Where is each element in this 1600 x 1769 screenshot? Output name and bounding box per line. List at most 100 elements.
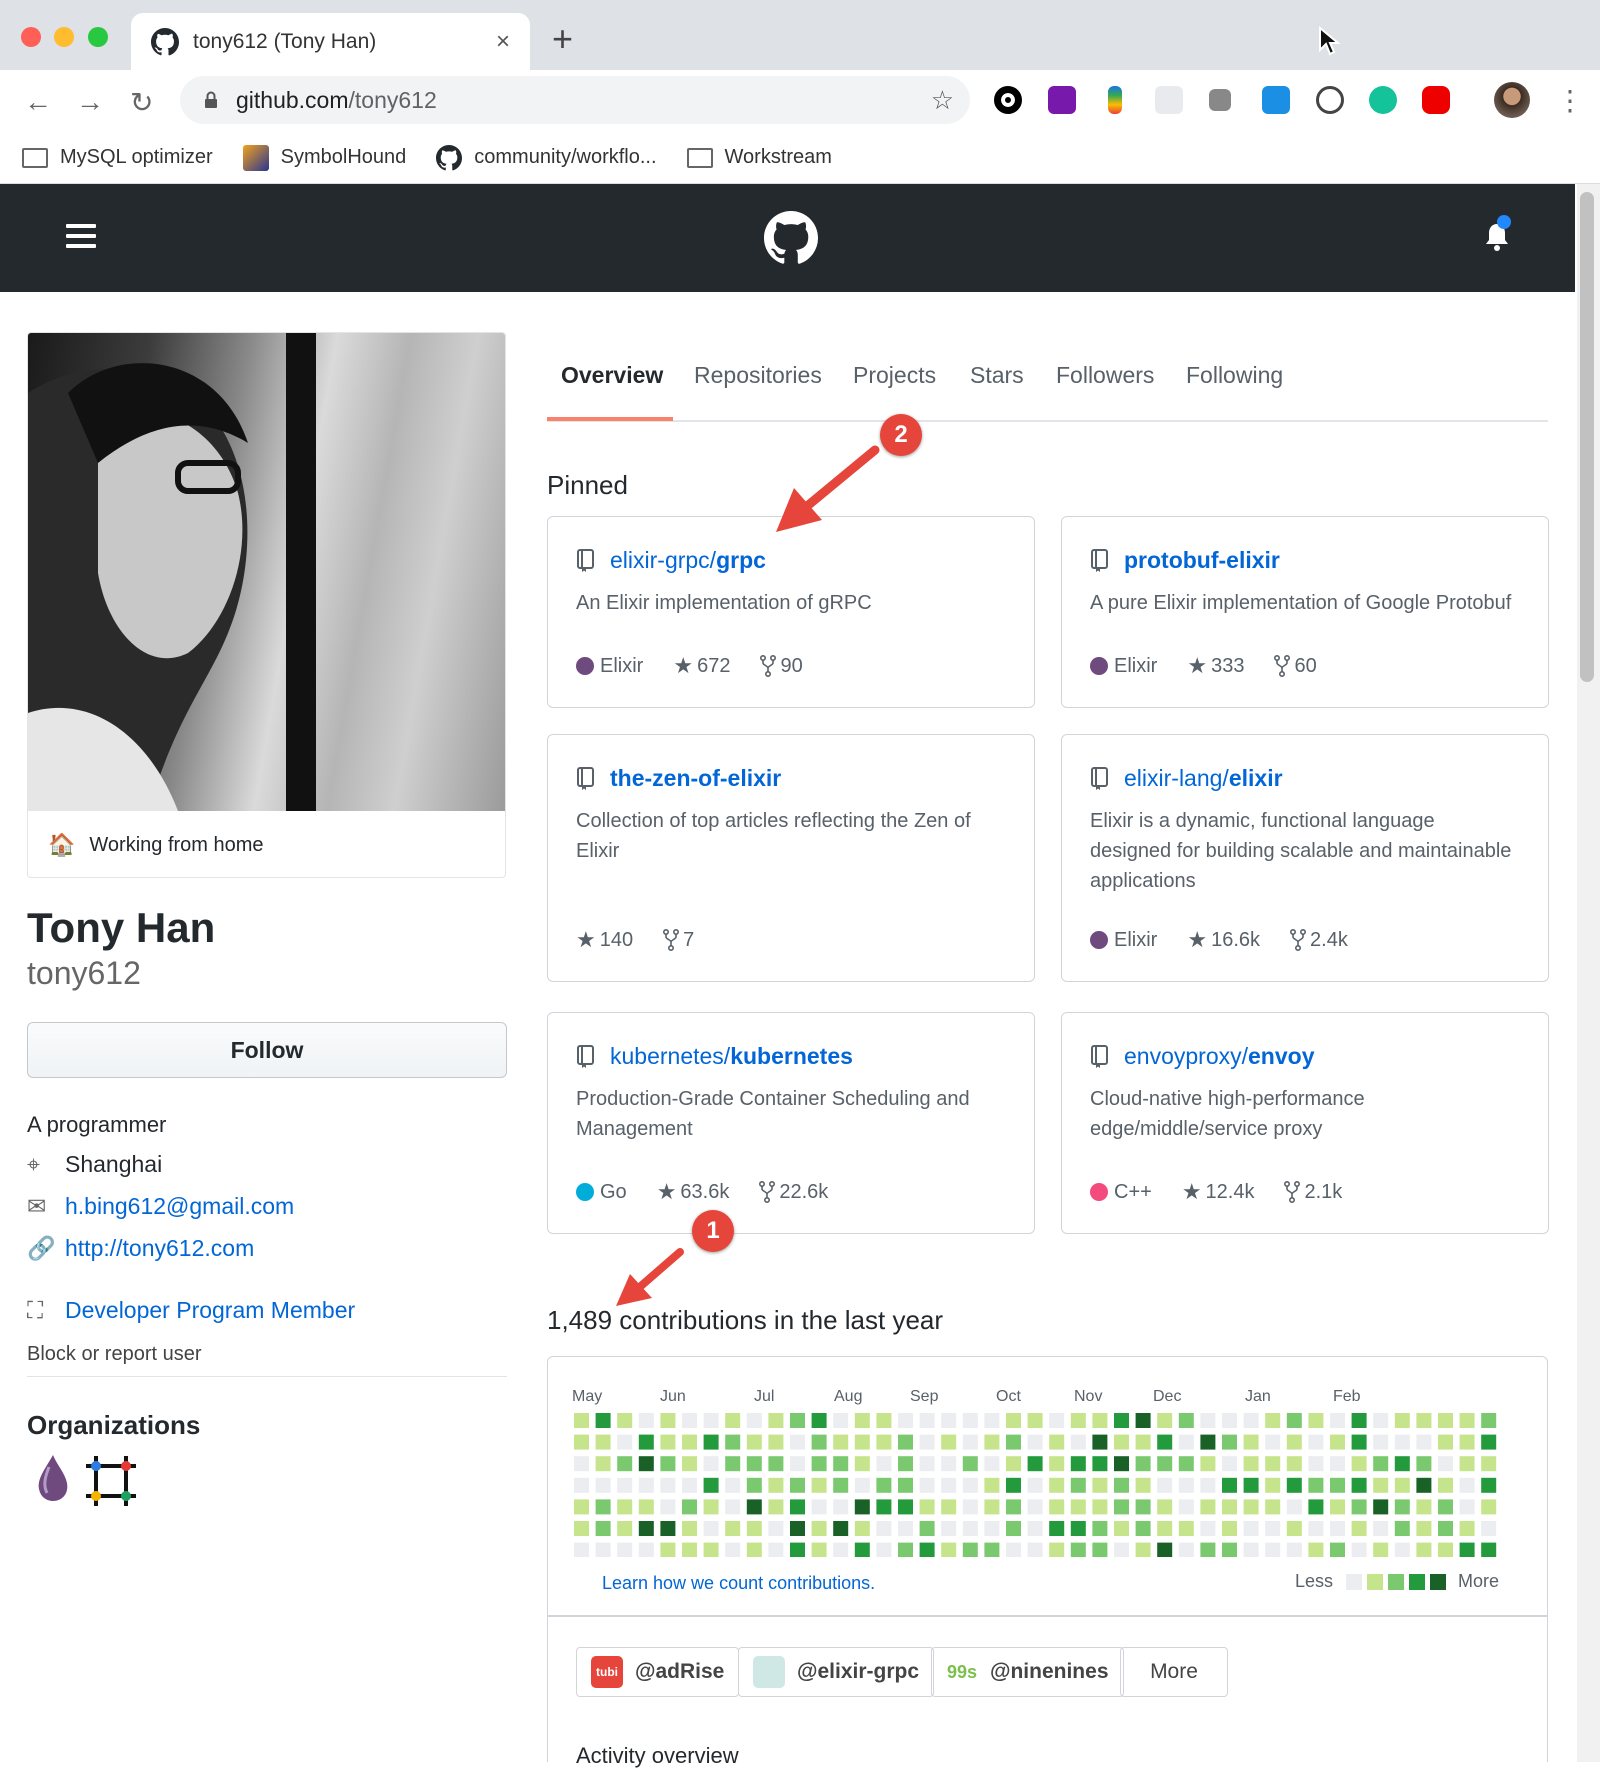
contribution-day[interactable] <box>1416 1434 1432 1450</box>
contribution-day[interactable] <box>1481 1521 1497 1536</box>
contribution-day[interactable] <box>1200 1499 1216 1515</box>
contribution-day[interactable] <box>1092 1413 1108 1428</box>
contribution-day[interactable] <box>962 1413 978 1428</box>
close-window-button[interactable] <box>21 27 41 47</box>
contribution-day[interactable] <box>768 1477 784 1493</box>
contribution-day[interactable] <box>790 1542 805 1557</box>
hamburger-menu-icon[interactable] <box>66 224 96 254</box>
forward-arrow-icon[interactable]: → <box>76 86 104 118</box>
contribution-day[interactable] <box>962 1456 978 1472</box>
contribution-day[interactable] <box>1200 1477 1216 1493</box>
contribution-day[interactable] <box>1416 1477 1432 1493</box>
contribution-day[interactable] <box>1373 1456 1389 1472</box>
contribution-day[interactable] <box>1308 1456 1324 1472</box>
contribution-day[interactable] <box>746 1434 762 1450</box>
tab-followers[interactable]: Followers <box>1056 362 1154 389</box>
new-tab-button[interactable]: + <box>552 18 573 60</box>
contribution-day[interactable] <box>768 1542 784 1557</box>
contribution-day[interactable] <box>746 1499 762 1515</box>
contribution-day[interactable] <box>1200 1521 1216 1536</box>
onepassword-extension-icon[interactable] <box>1316 86 1344 114</box>
contribution-day[interactable] <box>1178 1434 1194 1450</box>
website-link[interactable]: http://tony612.com <box>65 1235 254 1262</box>
contribution-day[interactable] <box>595 1499 611 1515</box>
contribution-day[interactable] <box>746 1542 762 1557</box>
contribution-day[interactable] <box>595 1456 611 1472</box>
contribution-day[interactable] <box>876 1434 892 1450</box>
contribution-day[interactable] <box>1373 1413 1389 1428</box>
contribution-day[interactable] <box>1070 1477 1086 1493</box>
elixir-grpc-org-icon[interactable] <box>82 1452 140 1510</box>
contribution-day[interactable] <box>574 1521 589 1536</box>
contribution-day[interactable] <box>1459 1413 1475 1428</box>
contribution-day[interactable] <box>1438 1521 1453 1536</box>
contribution-day[interactable] <box>595 1521 611 1536</box>
contribution-day[interactable] <box>1459 1542 1475 1557</box>
contribution-day[interactable] <box>941 1499 957 1515</box>
onenote-extension-icon[interactable] <box>1048 86 1076 114</box>
contribution-day[interactable] <box>1027 1434 1043 1450</box>
contribution-day[interactable] <box>962 1434 978 1450</box>
contribution-day[interactable] <box>1330 1499 1345 1515</box>
contribution-day[interactable] <box>1200 1434 1216 1450</box>
contribution-day[interactable] <box>790 1413 805 1428</box>
reload-icon[interactable]: ↻ <box>130 86 153 119</box>
contribution-day[interactable] <box>876 1413 892 1428</box>
contribution-day[interactable] <box>1438 1477 1453 1493</box>
contribution-day[interactable] <box>1157 1434 1173 1450</box>
contribution-day[interactable] <box>941 1542 957 1557</box>
maximize-window-button[interactable] <box>88 27 108 47</box>
contribution-day[interactable] <box>1092 1521 1108 1536</box>
contribution-day[interactable] <box>811 1542 827 1557</box>
contribution-day[interactable] <box>898 1477 913 1493</box>
react-extension-icon[interactable] <box>1155 86 1183 114</box>
profile-email[interactable]: ✉ h.bing612@gmail.com <box>27 1193 294 1220</box>
contribution-day[interactable] <box>1114 1434 1129 1450</box>
contribution-day[interactable] <box>919 1456 935 1472</box>
contribution-day[interactable] <box>595 1542 611 1557</box>
contribution-day[interactable] <box>790 1434 805 1450</box>
contribution-day[interactable] <box>1351 1542 1367 1557</box>
contribution-day[interactable] <box>1351 1413 1367 1428</box>
contribution-day[interactable] <box>1459 1499 1475 1515</box>
contribution-day[interactable] <box>574 1477 589 1493</box>
contribution-day[interactable] <box>1330 1456 1345 1472</box>
contribution-day[interactable] <box>746 1521 762 1536</box>
contribution-day[interactable] <box>638 1456 654 1472</box>
org-filter-ninenines[interactable]: 99s @ninenines <box>931 1647 1124 1697</box>
contribution-day[interactable] <box>854 1434 870 1450</box>
contribution-day[interactable] <box>984 1499 1000 1515</box>
contribution-day[interactable] <box>1308 1477 1324 1493</box>
contribution-day[interactable] <box>1178 1499 1194 1515</box>
contribution-day[interactable] <box>833 1477 849 1493</box>
contribution-day[interactable] <box>1027 1413 1043 1428</box>
contribution-day[interactable] <box>941 1456 957 1472</box>
contribution-day[interactable] <box>811 1521 827 1536</box>
bookmark-community-workflow[interactable]: community/workflo... <box>436 144 657 171</box>
contribution-day[interactable] <box>617 1499 633 1515</box>
contribution-day[interactable] <box>1222 1499 1237 1515</box>
contribution-day[interactable] <box>941 1521 957 1536</box>
contribution-day[interactable] <box>919 1413 935 1428</box>
contribution-day[interactable] <box>1438 1542 1453 1557</box>
contribution-day[interactable] <box>1157 1477 1173 1493</box>
contribution-day[interactable] <box>574 1499 589 1515</box>
scrollbar-thumb[interactable] <box>1580 192 1594 682</box>
contribution-day[interactable] <box>703 1434 719 1450</box>
contribution-day[interactable] <box>1049 1413 1065 1428</box>
contribution-day[interactable] <box>1286 1413 1302 1428</box>
contribution-day[interactable] <box>962 1477 978 1493</box>
contribution-day[interactable] <box>919 1521 935 1536</box>
bookmark-workstream[interactable]: Workstream <box>686 146 832 169</box>
contribution-day[interactable] <box>941 1477 957 1493</box>
github-logo-icon[interactable] <box>764 211 818 265</box>
contribution-day[interactable] <box>1394 1477 1410 1493</box>
contribution-day[interactable] <box>854 1456 870 1472</box>
contribution-day[interactable] <box>898 1434 913 1450</box>
contribution-day[interactable] <box>876 1477 892 1493</box>
profile-website[interactable]: 🔗 http://tony612.com <box>27 1235 254 1262</box>
contribution-day[interactable] <box>1006 1413 1021 1428</box>
repo-link[interactable]: elixir-grpc/grpc <box>610 547 766 574</box>
contribution-day[interactable] <box>984 1521 1000 1536</box>
back-arrow-icon[interactable]: ← <box>24 86 52 118</box>
